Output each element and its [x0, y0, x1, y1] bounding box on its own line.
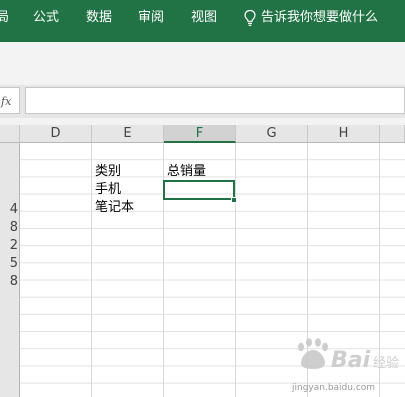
row-value[interactable]: 4 [0, 201, 18, 219]
row-value[interactable]: 8 [0, 219, 18, 237]
insert-function-button[interactable]: fx [0, 87, 20, 114]
cell-e-laptop[interactable]: 笔记本 [92, 199, 134, 216]
fill-handle[interactable] [231, 197, 237, 203]
tab-view[interactable]: 视图 [191, 10, 217, 26]
row-value[interactable]: 5 [0, 255, 18, 273]
baidu-jingyan-watermark: Bai 经验 [293, 336, 401, 384]
column-header-g[interactable]: G [236, 125, 308, 143]
row-value[interactable]: 8 [0, 273, 18, 291]
formula-input[interactable] [25, 87, 405, 114]
tab-data[interactable]: 数据 [86, 10, 112, 26]
row-value[interactable]: 2 [0, 237, 18, 255]
active-cell-f[interactable] [163, 180, 235, 200]
column-header-d[interactable]: D [20, 125, 92, 143]
lightbulb-icon [243, 9, 257, 27]
tab-review[interactable]: 审阅 [138, 10, 164, 26]
column-header-next[interactable] [380, 125, 405, 143]
ribbon-collapsed-area [0, 42, 405, 85]
row-header-strip: 4 8 2 5 8 [0, 143, 20, 397]
svg-text:经验: 经验 [373, 355, 399, 371]
watermark-url: jingyan.baidu.com [292, 383, 376, 393]
svg-text:Bai: Bai [331, 348, 371, 373]
tab-formulas[interactable]: 公式 [33, 10, 59, 26]
column-header-e[interactable]: E [92, 125, 164, 143]
tab-layout-partial[interactable]: 局 [0, 10, 9, 26]
corner-select-all[interactable] [0, 125, 20, 143]
cell-f-total-sales-header[interactable]: 总销量 [164, 163, 206, 180]
column-header-h[interactable]: H [308, 125, 380, 143]
cell-e-category-header[interactable]: 类别 [92, 163, 121, 180]
tell-me-text: 告诉我你想要做什么 [261, 10, 379, 25]
cell-e-phone[interactable]: 手机 [92, 181, 121, 198]
formula-bar: fx [0, 85, 405, 118]
column-header-f[interactable]: F [164, 125, 236, 143]
grid-separator [0, 118, 405, 125]
ribbon-tab-bar: 局 公式 数据 审阅 视图 告诉我你想要做什么 [0, 0, 405, 42]
